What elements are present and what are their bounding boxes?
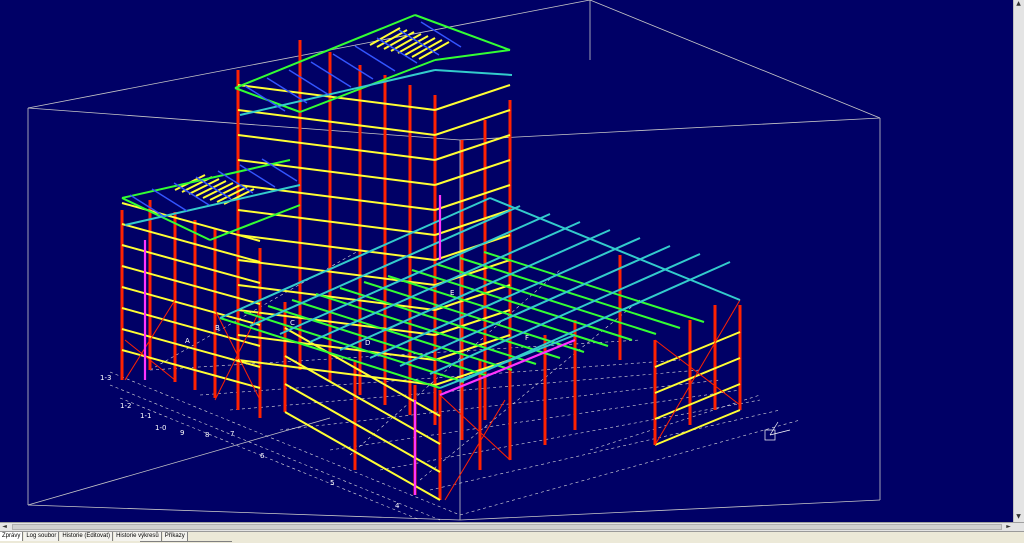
- grid-label: 1-2: [120, 402, 131, 410]
- grid-label: 1-3: [100, 374, 111, 382]
- tab-zpravy[interactable]: Zprávy: [0, 532, 24, 541]
- horizontal-scroll-thumb[interactable]: [12, 524, 1002, 530]
- rafter[interactable]: [489, 197, 741, 301]
- scroll-up-arrow-icon[interactable]: ▲: [1014, 0, 1023, 8]
- beam[interactable]: [237, 134, 436, 161]
- bracing[interactable]: [151, 188, 188, 212]
- grid-label: F: [525, 334, 529, 342]
- rafter[interactable]: [434, 69, 513, 76]
- beam[interactable]: [284, 355, 441, 445]
- grid-label: 6: [260, 452, 265, 460]
- grid-label: E: [450, 289, 454, 297]
- tab-historie-editovat[interactable]: Historie (Editovat): [60, 532, 114, 541]
- purlin[interactable]: [411, 269, 633, 341]
- grid-label: 5: [330, 479, 334, 487]
- beam[interactable]: [284, 383, 441, 473]
- beam[interactable]: [434, 159, 511, 186]
- grid-label: D: [365, 339, 370, 347]
- grid-label: 8: [205, 431, 209, 439]
- beam[interactable]: [237, 159, 436, 186]
- tab-divider: [140, 541, 232, 542]
- grid-label: 7: [230, 430, 234, 438]
- grid-label: 1-0: [155, 424, 166, 432]
- grid-label: A: [185, 337, 190, 345]
- vertical-scrollbar[interactable]: ▲ ▼: [1013, 0, 1024, 522]
- grid-axis-labels: 1-3 1-2 1-1 1-0 9 8 7 6 5 4 A B C D E F: [100, 289, 529, 510]
- scroll-left-arrow-icon[interactable]: ◄: [0, 523, 9, 531]
- scroll-right-arrow-icon[interactable]: ►: [1004, 523, 1013, 531]
- output-tabs: Zprávy Log soubor Historie (Editovat) Histo…: [0, 531, 1024, 543]
- grid-label: 4: [395, 502, 400, 510]
- roof-chord[interactable]: [414, 14, 511, 51]
- beam[interactable]: [654, 383, 741, 420]
- beam[interactable]: [237, 184, 436, 211]
- 3d-structure-view[interactable]: 1-3 1-2 1-1 1-0 9 8 7 6 5 4 A B C D E F: [0, 0, 1013, 522]
- beam[interactable]: [434, 109, 511, 136]
- rafter[interactable]: [239, 69, 436, 116]
- roof-chord[interactable]: [209, 204, 301, 241]
- bounding-box: [27, 0, 881, 521]
- ucs-icon: [764, 421, 791, 441]
- grid-label: 9: [180, 429, 184, 437]
- tab-historie-vykresu[interactable]: Historie výkresů: [114, 532, 162, 541]
- beam[interactable]: [434, 209, 511, 236]
- grid-label: B: [215, 324, 220, 332]
- beam[interactable]: [434, 84, 511, 111]
- grid-label: C: [290, 319, 295, 327]
- beam[interactable]: [284, 327, 441, 417]
- tab-log-soubor[interactable]: Log soubor: [24, 532, 60, 541]
- beam[interactable]: [237, 209, 436, 236]
- model-viewport[interactable]: 1-3 1-2 1-1 1-0 9 8 7 6 5 4 A B C D E F: [0, 0, 1024, 522]
- bracing[interactable]: [332, 53, 374, 80]
- roof-chord[interactable]: [434, 49, 511, 61]
- grid-label: 1-1: [140, 412, 151, 420]
- beam[interactable]: [654, 409, 741, 446]
- tab-prikazy[interactable]: Příkazy: [162, 532, 188, 541]
- roof-chord[interactable]: [121, 197, 211, 241]
- beam[interactable]: [284, 411, 441, 501]
- beam[interactable]: [654, 357, 741, 394]
- purlin[interactable]: [483, 251, 705, 323]
- scroll-down-arrow-icon[interactable]: ▼: [1014, 513, 1023, 521]
- horizontal-scrollbar[interactable]: ◄ ►: [0, 522, 1024, 531]
- x-brace[interactable]: [444, 399, 506, 501]
